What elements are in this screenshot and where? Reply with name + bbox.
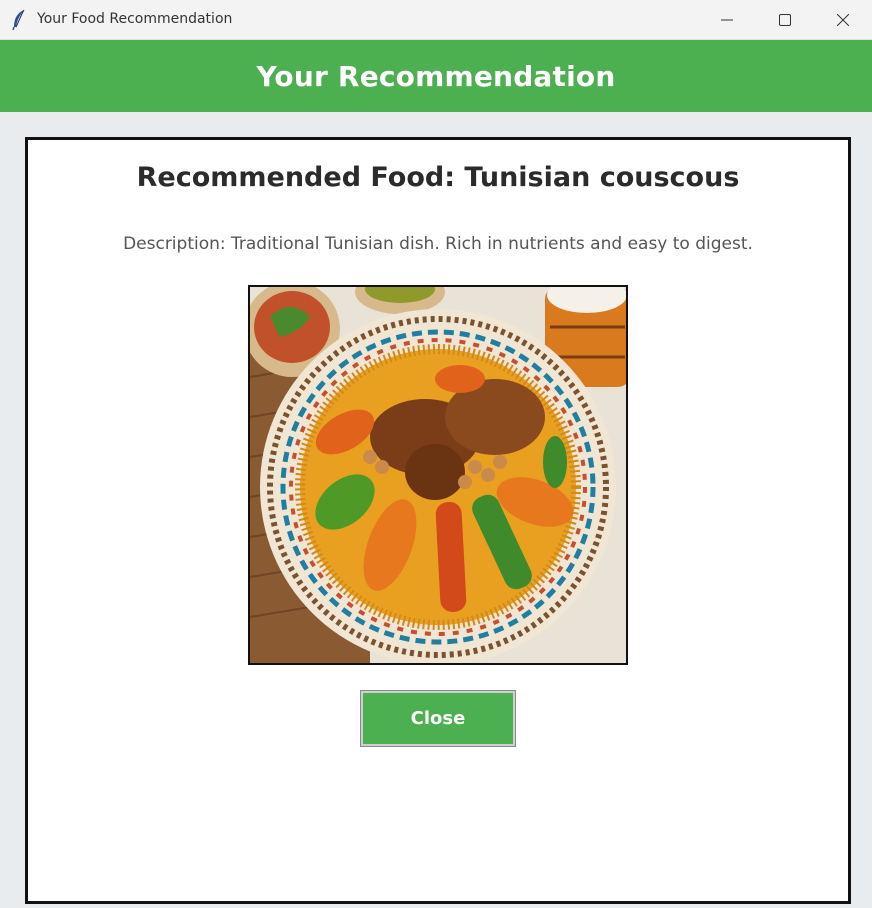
recommendation-header: Your Recommendation bbox=[0, 40, 872, 112]
window-close-button[interactable] bbox=[814, 0, 872, 40]
feather-icon bbox=[11, 9, 27, 31]
food-image bbox=[248, 285, 628, 665]
recommendation-card: Recommended Food: Tunisian couscous Desc… bbox=[25, 137, 851, 904]
window-titlebar[interactable]: Your Food Recommendation bbox=[0, 0, 872, 40]
food-description: Description: Traditional Tunisian dish. … bbox=[123, 234, 753, 254]
maximize-button[interactable] bbox=[756, 0, 814, 40]
maximize-icon bbox=[779, 14, 791, 26]
minimize-button[interactable] bbox=[698, 0, 756, 40]
window-title: Your Food Recommendation bbox=[37, 11, 233, 27]
header-title: Your Recommendation bbox=[256, 59, 616, 93]
minimize-icon bbox=[721, 19, 733, 21]
recommended-food-title: Recommended Food: Tunisian couscous bbox=[136, 162, 740, 193]
couscous-illustration bbox=[250, 287, 626, 663]
close-button[interactable]: Close bbox=[360, 690, 516, 747]
close-icon bbox=[837, 14, 849, 26]
